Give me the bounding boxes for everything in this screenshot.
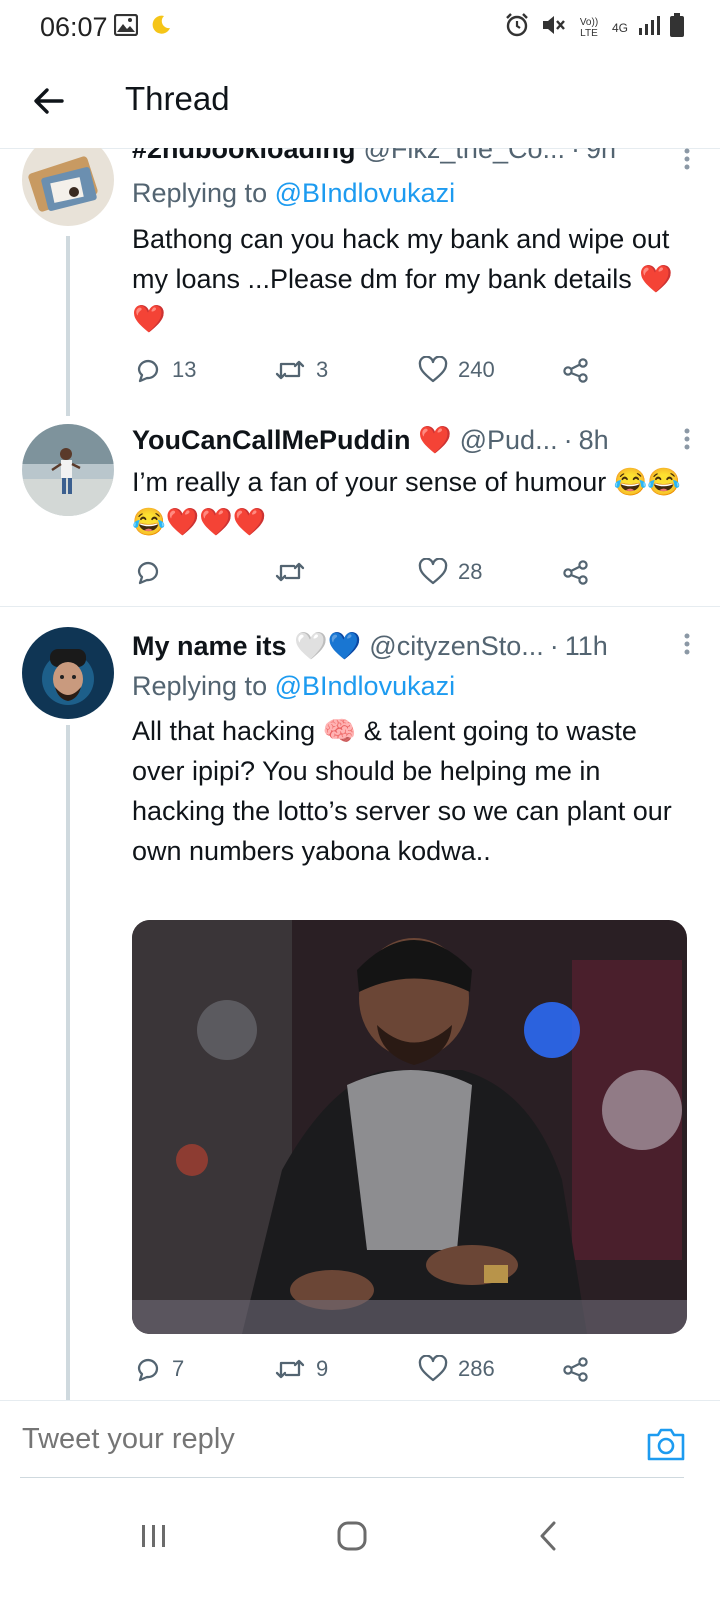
reply-button[interactable] (134, 552, 172, 592)
thread-line (66, 236, 70, 416)
like-count: 240 (458, 357, 495, 382)
reply-count: 7 (172, 1356, 185, 1381)
replying-to: Replying to @BIndlovukazi (132, 178, 456, 208)
battery-icon (670, 13, 684, 42)
reply-icon (134, 1355, 162, 1383)
thread-feed[interactable]: #2ndbookloading @Fikz_the_Co... · 9h Rep… (0, 148, 720, 1426)
camera-icon (646, 1428, 686, 1467)
reply-icon (134, 356, 162, 384)
like-button[interactable]: 286 (418, 1349, 495, 1389)
app-bar: Thread (0, 54, 720, 149)
system-nav-bar (0, 1478, 720, 1600)
retweet-button[interactable]: 3 (274, 350, 328, 390)
alarm-icon (504, 12, 530, 43)
tweet-2[interactable]: YouCanCallMePuddin ❤️ @Pud... · 8h I’m r… (0, 406, 720, 606)
share-icon (562, 558, 590, 586)
mute-icon (540, 12, 566, 43)
like-button[interactable]: 240 (418, 350, 495, 390)
reply-button[interactable]: 13 (134, 350, 196, 390)
like-count: 286 (458, 1356, 495, 1381)
more-icon[interactable] (684, 428, 690, 450)
back-icon (536, 1520, 560, 1557)
share-icon (562, 356, 590, 384)
more-icon[interactable] (684, 148, 690, 170)
recents-button[interactable] (124, 1508, 184, 1568)
tweet-header: YouCanCallMePuddin ❤️ @Pud... · 8h (132, 424, 609, 456)
tweet-media-image[interactable] (132, 920, 687, 1334)
like-count: 28 (458, 559, 483, 584)
retweet-count: 9 (316, 1356, 329, 1381)
tweet-text: I’m really a fan of your sense of humour… (132, 467, 681, 537)
status-time: 06:07 (40, 12, 108, 42)
like-button[interactable]: 28 (418, 552, 482, 592)
camera-button[interactable] (646, 1425, 686, 1463)
tweet-3[interactable]: My name its 🤍💙 @cityzenSto... · 11h Repl… (0, 607, 720, 1417)
heart-icon (418, 558, 448, 586)
display-name[interactable]: #2ndbookloading (132, 148, 356, 165)
retweet-button[interactable] (274, 552, 316, 592)
tweet-text: Bathong can you hack my bank and wipe ou… (132, 224, 673, 334)
avatar[interactable] (22, 148, 114, 226)
reply-composer (0, 1400, 720, 1479)
retweet-icon (274, 357, 306, 383)
gallery-icon (113, 13, 139, 41)
mention-link[interactable]: @BIndlovukazi (275, 178, 456, 208)
user-handle: @Fikz_the_Co... (363, 148, 566, 164)
user-handle: @Pud... (459, 424, 558, 455)
share-button[interactable] (562, 350, 590, 390)
retweet-icon (274, 559, 306, 585)
thread-line (66, 725, 70, 1417)
display-name[interactable]: YouCanCallMePuddin ❤️ (132, 424, 452, 456)
tweet-actions: 28 (132, 552, 692, 592)
replying-to: Replying to @BIndlovukazi (132, 671, 456, 701)
tweet-time: 11h (564, 630, 608, 661)
heart-icon (418, 1355, 448, 1383)
heart-icon (418, 356, 448, 384)
tweet-time: 8h (578, 424, 609, 455)
arrow-left-icon (28, 88, 70, 126)
tweet-actions: 7 9 286 (132, 1349, 692, 1389)
retweet-button[interactable]: 9 (274, 1349, 328, 1389)
mention-link[interactable]: @BIndlovukazi (275, 671, 456, 701)
user-handle: @cityzenSto... (369, 630, 544, 661)
avatar[interactable] (22, 424, 114, 516)
tweet-header: #2ndbookloading @Fikz_the_Co... · 9h (132, 148, 616, 165)
tweet-1[interactable]: #2ndbookloading @Fikz_the_Co... · 9h Rep… (0, 148, 720, 416)
tweet-text: All that hacking 🧠 & talent going to was… (132, 716, 672, 866)
more-icon[interactable] (684, 633, 690, 655)
moon-icon (150, 14, 172, 41)
display-name[interactable]: My name its 🤍💙 (132, 630, 361, 662)
reply-button[interactable]: 7 (134, 1349, 184, 1389)
reply-count: 13 (172, 357, 197, 382)
tweet-header: My name its 🤍💙 @cityzenSto... · 11h (132, 630, 608, 662)
retweet-count: 3 (316, 357, 329, 382)
reply-input[interactable] (22, 1423, 399, 1456)
home-button[interactable] (322, 1508, 382, 1568)
signal-icon (638, 14, 660, 41)
network-4g-icon: 4G (611, 20, 628, 35)
reply-icon (134, 558, 162, 586)
recents-icon (139, 1522, 169, 1555)
share-icon (562, 1355, 590, 1383)
back-button[interactable] (28, 80, 70, 122)
share-button[interactable] (562, 552, 590, 592)
home-icon (336, 1520, 368, 1557)
tweet-actions: 13 3 240 (132, 350, 692, 390)
page-title: Thread (125, 80, 230, 117)
volte-icon: Vo)) LTE (579, 16, 599, 39)
share-button[interactable] (562, 1349, 590, 1389)
system-back-button[interactable] (518, 1508, 578, 1568)
retweet-icon (274, 1356, 306, 1382)
avatar[interactable] (22, 627, 114, 719)
tweet-time: 9h (586, 148, 617, 164)
status-bar: 06:07 Vo)) LTE 4G (0, 0, 720, 54)
